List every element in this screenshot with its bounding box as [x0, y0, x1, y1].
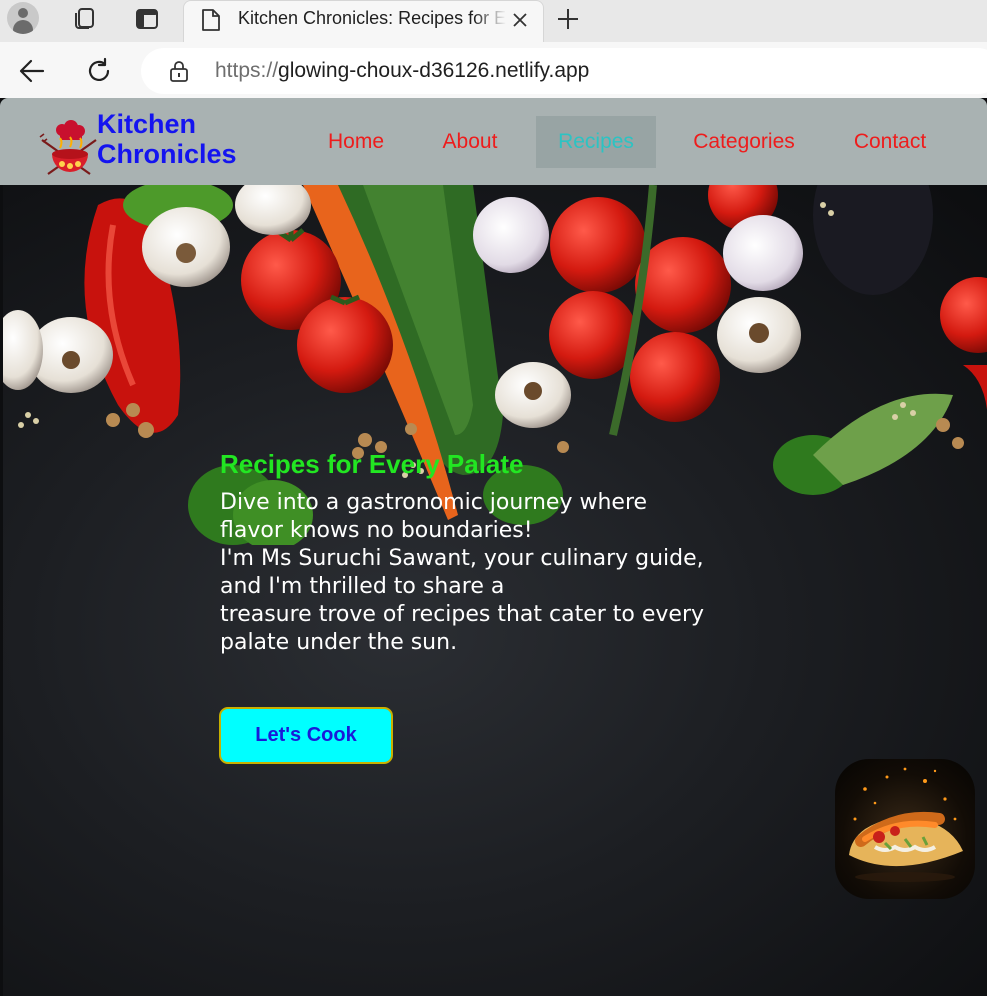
hero-description: Dive into a gastronomic journey where fl…	[220, 489, 800, 657]
browser-toolbar: https://glowing-choux-d36126.netlify.app	[0, 42, 987, 98]
hero-line-3: I'm Ms Suruchi Sawant, your culinary gui…	[220, 546, 704, 571]
plus-icon	[558, 9, 578, 29]
lock-icon[interactable]	[169, 60, 189, 82]
hero-section: Recipes for Every Palate Dive into a gas…	[3, 185, 987, 996]
nav-categories-link[interactable]: Categories	[680, 116, 808, 168]
tab-close-button[interactable]	[509, 9, 531, 31]
taco-image[interactable]	[835, 759, 975, 899]
nav-about-link[interactable]: About	[428, 116, 512, 168]
address-bar[interactable]: https://glowing-choux-d36126.netlify.app	[141, 48, 987, 94]
nav-home-link[interactable]: Home	[316, 116, 396, 168]
vertical-tabs-icon	[136, 9, 158, 29]
nav-contact-link[interactable]: Contact	[840, 116, 940, 168]
url-scheme: https://	[215, 59, 279, 82]
new-tab-button[interactable]	[553, 4, 583, 34]
browser-tabstrip: Kitchen Chronicles: Recipes for Every Pa…	[0, 0, 987, 42]
profile-avatar-icon	[7, 2, 39, 34]
reload-icon	[88, 57, 110, 82]
url-text[interactable]: https://glowing-choux-d36126.netlify.app	[215, 59, 589, 83]
profile-button[interactable]	[5, 1, 41, 35]
main-navigation: Home About Recipes Categories Contact	[0, 116, 987, 168]
reload-button[interactable]	[84, 56, 114, 86]
page-viewport: Kitchen Chronicles Home About Recipes Ca…	[0, 98, 987, 996]
page-icon	[202, 9, 220, 31]
lets-cook-button[interactable]: Let's Cook	[219, 707, 393, 764]
hero-content: Recipes for Every Palate Dive into a gas…	[220, 447, 800, 657]
taco-illustration-icon	[849, 767, 963, 882]
browser-tab-active[interactable]: Kitchen Chronicles: Recipes for Every Pa…	[183, 0, 544, 42]
back-arrow-icon	[19, 59, 45, 83]
hero-line-1: Dive into a gastronomic journey where	[220, 490, 648, 515]
close-icon	[513, 13, 527, 27]
hero-line-4: and I'm thrilled to share a	[220, 574, 505, 599]
vertical-tabs-button[interactable]	[132, 4, 162, 34]
hero-title: Recipes for Every Palate	[220, 449, 524, 479]
hero-line-6: palate under the sun.	[220, 630, 458, 655]
back-button[interactable]	[17, 56, 47, 86]
hero-line-2: flavor knows no boundaries!	[220, 518, 533, 543]
workspaces-button[interactable]	[69, 4, 99, 34]
hero-line-5: treasure trove of recipes that cater to …	[220, 602, 705, 627]
url-host: glowing-choux-d36126.netlify.app	[278, 59, 590, 82]
tab-title: Kitchen Chronicles: Recipes for Every Pa…	[238, 8, 506, 28]
nav-recipes-link[interactable]: Recipes	[536, 116, 656, 168]
site-header: Kitchen Chronicles Home About Recipes Ca…	[0, 98, 987, 185]
workspaces-icon	[75, 8, 94, 29]
